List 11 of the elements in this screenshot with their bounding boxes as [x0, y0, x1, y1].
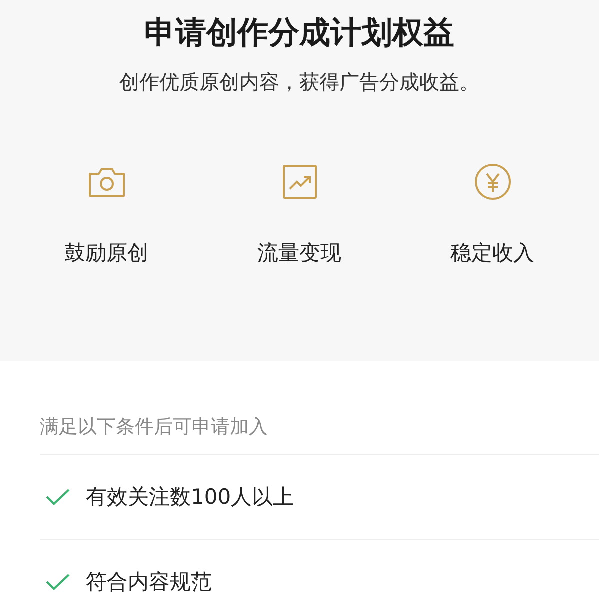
subtitle: 创作优质原创内容，获得广告分成收益。 — [120, 69, 480, 96]
benefit-label: 流量变现 — [258, 240, 342, 267]
requirements-heading: 满足以下条件后可申请加入 — [40, 413, 599, 455]
requirement-text: 有效关注数100人以上 — [86, 484, 294, 511]
requirement-text: 符合内容规范 — [86, 569, 212, 596]
camera-icon — [88, 166, 126, 198]
benefit-label: 稳定收入 — [450, 240, 534, 267]
page-title: 申请创作分成计划权益 — [144, 14, 454, 53]
trend-chart-icon — [282, 165, 316, 199]
benefit-label: 鼓励原创 — [64, 240, 148, 267]
yen-icon — [474, 163, 512, 201]
